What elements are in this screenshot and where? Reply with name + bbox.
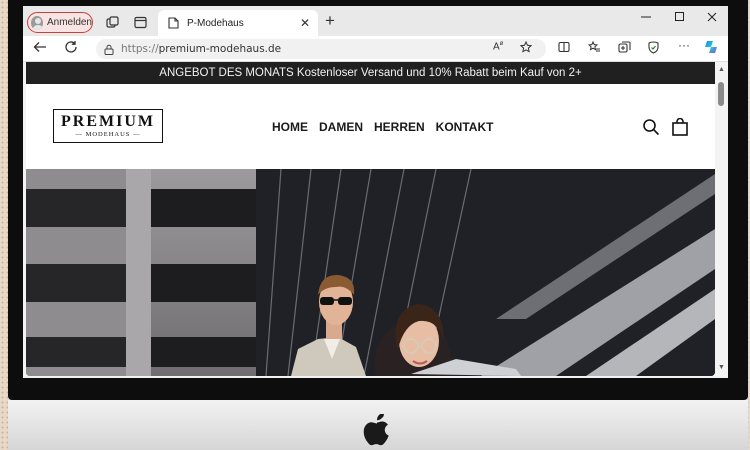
page-icon [168,17,179,29]
apple-logo-icon [363,414,389,446]
logo-sub-text: — MODEHAUS — [75,131,141,138]
nav-item-kontakt[interactable]: KONTAKT [436,120,494,134]
tab-title: P-Modehaus [187,17,244,29]
vertical-scrollbar[interactable]: ▲ ▼ [715,62,728,376]
tab-bar: Anmelden P-Modehaus ✕ + [23,6,728,36]
url-scheme: https:// [121,43,159,55]
browser-window: Anmelden P-Modehaus ✕ + https://premium-… [23,6,728,378]
hero-photo [26,169,715,376]
reload-icon[interactable] [64,40,78,57]
address-bar: https://premium-modehaus.de Aø ··· [23,36,728,62]
tab-active[interactable]: P-Modehaus ✕ [158,10,318,36]
hero-image [26,169,715,376]
minimize-icon[interactable] [641,10,651,27]
profile-label: Anmelden [46,17,92,28]
more-options-icon[interactable]: ··· [678,38,690,52]
announcement-bar: ANGEBOT DES MONATS Kostenloser Versand u… [26,62,715,84]
tab-actions-icon[interactable] [133,15,147,29]
browser-essentials-icon[interactable] [647,41,660,57]
maximize-icon[interactable] [675,10,685,27]
avatar-icon [31,15,43,30]
read-aloud-icon[interactable]: Aø [493,41,503,52]
url-host: premium-modehaus.de [158,43,282,55]
nav-item-herren[interactable]: HERREN [374,120,425,134]
nav-item-home[interactable]: HOME [272,120,308,134]
new-tab-button[interactable]: + [325,11,335,31]
scroll-up-icon[interactable]: ▲ [718,66,725,73]
url-field[interactable]: https://premium-modehaus.de [96,39,546,59]
site-logo[interactable]: PREMIUM — MODEHAUS — [53,109,163,143]
scrollbar-thumb[interactable] [718,82,724,106]
back-arrow-icon[interactable] [33,40,47,57]
collections-icon[interactable] [618,41,631,57]
search-icon[interactable] [642,118,660,136]
url-text: https://premium-modehaus.de [121,43,281,55]
shopping-bag-icon[interactable] [671,117,689,136]
workspaces-icon[interactable] [105,15,119,29]
copilot-icon[interactable] [703,39,719,58]
page-viewport: ANGEBOT DES MONATS Kostenloser Versand u… [26,62,715,376]
main-navigation: HOME DAMEN HERREN KONTAKT [272,120,493,134]
close-window-icon[interactable] [707,10,717,27]
site-header: PREMIUM — MODEHAUS — HOME DAMEN HERREN K… [26,84,715,169]
lock-icon[interactable] [104,44,114,55]
split-screen-icon[interactable] [558,41,570,56]
logo-main-text: PREMIUM [61,113,155,130]
nav-item-damen[interactable]: DAMEN [319,120,363,134]
profile-button[interactable]: Anmelden [27,12,93,33]
scroll-down-icon[interactable]: ▼ [718,364,725,371]
favorites-icon[interactable] [587,40,601,56]
star-icon[interactable] [519,40,533,56]
close-tab-icon[interactable]: ✕ [300,16,310,30]
